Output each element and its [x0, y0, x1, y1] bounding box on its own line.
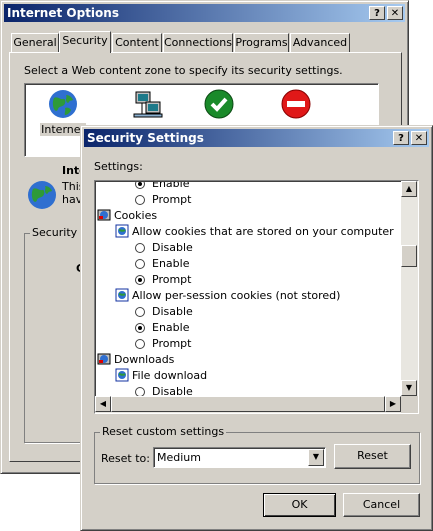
reset-to-value: Medium — [157, 451, 201, 464]
setting-label: Allow per-session cookies (not stored) — [132, 289, 341, 302]
security-settings-titlebar[interactable]: Security Settings ? ✕ — [84, 129, 429, 147]
zone-restricted-sites[interactable] — [261, 88, 331, 120]
setting-label: Enable — [152, 257, 190, 270]
scroll-up-button[interactable]: ▲ — [401, 181, 417, 197]
zone-internet-label: Internet — [40, 123, 86, 136]
zone-prompt: Select a Web content zone to specify its… — [24, 64, 343, 77]
radio-button[interactable] — [135, 243, 145, 253]
setting-item: File download — [115, 368, 207, 384]
settings-item-icon — [115, 288, 129, 302]
radio-button[interactable] — [135, 387, 145, 396]
setting-category: Downloads — [97, 352, 174, 368]
setting-label: Prompt — [152, 337, 192, 350]
settings-category-icon — [97, 353, 111, 365]
reset-to-select[interactable]: Medium ▼ — [153, 447, 326, 468]
setting-category: Cookies — [97, 208, 157, 224]
setting-radio-option[interactable]: Enable — [135, 182, 189, 192]
scrollbar-corner — [401, 396, 418, 413]
horizontal-scrollbar[interactable]: ◀ ▶ — [95, 396, 401, 413]
settings-category-icon — [97, 209, 111, 221]
setting-label: Disable — [152, 241, 193, 254]
help-title-button[interactable]: ? — [393, 131, 409, 145]
tab-general[interactable]: General — [11, 33, 59, 52]
internet-options-titlebar[interactable]: Internet Options ? ✕ — [4, 4, 405, 22]
setting-radio-option[interactable]: Disable — [135, 240, 193, 256]
radio-button[interactable] — [135, 323, 145, 333]
zone-globe-icon — [28, 181, 56, 209]
reset-to-label: Reset to: — [101, 452, 150, 465]
cancel-button[interactable]: Cancel — [343, 493, 420, 517]
network-computer-icon — [133, 91, 163, 118]
radio-button[interactable] — [135, 195, 145, 205]
setting-label: Disable — [152, 305, 193, 318]
vertical-scrollbar[interactable]: ▲ ▼ — [401, 181, 418, 396]
setting-label: File download — [132, 369, 208, 382]
scroll-left-button[interactable]: ◀ — [95, 396, 111, 412]
radio-button[interactable] — [135, 307, 145, 317]
horizontal-scroll-thumb[interactable] — [111, 396, 385, 412]
chevron-down-icon[interactable]: ▼ — [308, 449, 324, 466]
restricted-icon — [281, 89, 311, 119]
setting-radio-option[interactable]: Disable — [135, 384, 193, 396]
tab-advanced[interactable]: Advanced — [290, 33, 350, 52]
check-icon — [204, 89, 234, 119]
setting-radio-option[interactable]: Disable — [135, 304, 193, 320]
setting-label: Enable — [152, 321, 190, 334]
reset-group-label: Reset custom settings — [100, 425, 227, 438]
setting-label: Downloads — [114, 353, 175, 366]
security-settings-window: Security Settings ? ✕ Settings: Enable Pr… — [80, 125, 433, 531]
settings-rows: Enable Prompt Cookies Allow cookies that ar… — [97, 182, 401, 396]
security-settings-title: Security Settings — [87, 131, 204, 145]
ok-button[interactable]: OK — [263, 493, 336, 517]
setting-radio-option[interactable]: Enable — [135, 320, 189, 336]
setting-label: Enable — [152, 182, 190, 190]
settings-item-icon — [115, 368, 129, 382]
globe-icon — [49, 90, 77, 118]
setting-radio-option[interactable]: Enable — [135, 256, 189, 272]
internet-options-title: Internet Options — [7, 6, 119, 20]
tab-connections[interactable]: Connections — [163, 33, 233, 52]
setting-label: Cookies — [114, 209, 158, 222]
radio-button[interactable] — [135, 339, 145, 349]
settings-label: Settings: — [94, 160, 143, 173]
radio-button[interactable] — [135, 259, 145, 269]
setting-item: Allow cookies that are stored on your co… — [115, 224, 394, 240]
setting-radio-option[interactable]: Prompt — [135, 192, 191, 208]
tab-security[interactable]: Security — [59, 31, 111, 53]
setting-radio-option[interactable]: Prompt — [135, 336, 191, 352]
scroll-right-button[interactable]: ▶ — [385, 396, 401, 412]
scroll-down-button[interactable]: ▼ — [401, 380, 417, 396]
tab-programs[interactable]: Programs — [234, 33, 289, 52]
setting-radio-option[interactable]: Prompt — [135, 272, 191, 288]
reset-button[interactable]: Reset — [334, 444, 411, 469]
settings-tree[interactable]: Enable Prompt Cookies Allow cookies that ar… — [94, 180, 419, 414]
zone-trusted-sites[interactable] — [184, 88, 254, 120]
settings-item-icon — [115, 224, 129, 238]
close-title-button[interactable]: ✕ — [387, 6, 403, 20]
close-title-button[interactable]: ✕ — [411, 131, 427, 145]
help-title-button[interactable]: ? — [369, 6, 385, 20]
setting-label: Prompt — [152, 273, 192, 286]
setting-label: Disable — [152, 385, 193, 396]
setting-label: Prompt — [152, 193, 192, 206]
setting-label: Allow cookies that are stored on your co… — [132, 225, 394, 238]
radio-button[interactable] — [135, 182, 145, 189]
tab-content[interactable]: Content — [112, 33, 162, 52]
radio-button[interactable] — [135, 275, 145, 285]
zone-local-intranet[interactable] — [113, 88, 183, 120]
vertical-scroll-thumb[interactable] — [401, 245, 417, 267]
setting-item: Allow per-session cookies (not stored) — [115, 288, 340, 304]
